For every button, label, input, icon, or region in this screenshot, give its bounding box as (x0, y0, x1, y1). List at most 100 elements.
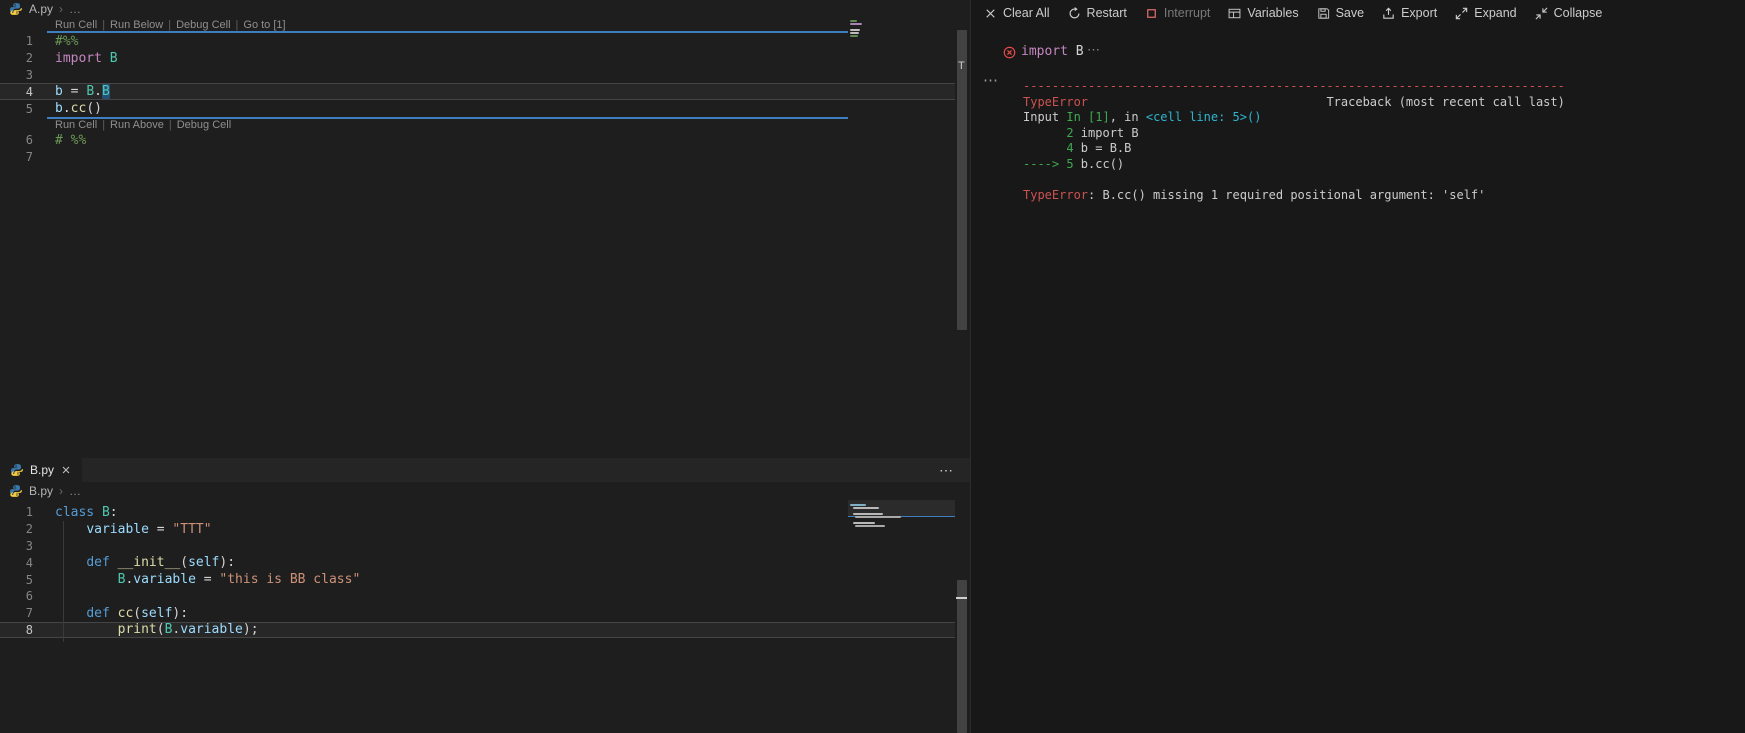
token: "TTT" (172, 521, 212, 537)
code-text[interactable]: # %% (55, 133, 86, 148)
token: In [1] (1066, 110, 1110, 124)
code-line-6[interactable]: 6 (0, 588, 955, 605)
code-text[interactable]: variable = "TTT" (55, 521, 212, 537)
line-number[interactable]: 6 (0, 589, 33, 603)
code-line-7[interactable]: 7 (0, 149, 955, 166)
minimap-mark (850, 35, 858, 37)
codelens-debug-cell[interactable]: Debug Cell (177, 119, 231, 131)
output-line: 4 b = B.B (1023, 141, 1565, 157)
code-text[interactable]: B.variable = "this is BB class" (55, 572, 361, 588)
codelens-run-cell[interactable]: Run Cell (55, 119, 97, 131)
line-number[interactable]: 2 (0, 51, 33, 65)
codelens-go-to-1-[interactable]: Go to [1] (243, 19, 285, 31)
scrollbar-thumb-a[interactable] (957, 30, 967, 330)
breadcrumb-symbol-a[interactable]: … (69, 2, 81, 16)
token: # %% (55, 132, 87, 148)
breadcrumb-file-b[interactable]: B.py (29, 484, 53, 498)
line-number[interactable]: 1 (0, 505, 33, 519)
line-number[interactable]: 2 (0, 522, 33, 536)
line-number[interactable]: 7 (0, 606, 33, 620)
codelens-run-cell[interactable]: Run Cell (55, 19, 97, 31)
output-line: TypeError: B.cc() missing 1 required pos… (1023, 188, 1565, 204)
expand-button[interactable]: Expand (1454, 6, 1517, 21)
breadcrumb-symbol-b[interactable]: … (69, 484, 81, 498)
toolbar-label: Variables (1247, 6, 1299, 20)
code-line-2[interactable]: 2 variable = "TTT" (0, 521, 955, 538)
editor-more-actions[interactable]: ⋯ (939, 462, 954, 479)
code-line-4[interactable]: 4 b = B.B (0, 83, 955, 101)
code-line-3[interactable]: 3 (0, 538, 955, 555)
minimap-a[interactable] (848, 18, 955, 78)
code-text[interactable]: def __init__(self): (55, 555, 235, 570)
code-line-5[interactable]: 5 B.variable = "this is BB class" (0, 571, 955, 588)
code-line-2[interactable]: 2 import B (0, 50, 955, 67)
breadcrumb-file-a[interactable]: A.py (29, 2, 53, 16)
export-button[interactable]: Export (1381, 6, 1437, 21)
codelens-separator: | (102, 119, 106, 132)
editor-pane-a: A.py › … Run Cell | Run Below | Debug Cell | G… (0, 0, 970, 458)
token: variable (180, 622, 243, 638)
code-text[interactable]: def cc(self): (55, 606, 188, 621)
collapse-button[interactable]: Collapse (1534, 6, 1602, 21)
code-b: 1 class B: 2 variable = "TTT" 3 4 def __init… (0, 504, 955, 639)
code-line-3[interactable]: 3 (0, 67, 955, 84)
restart-button[interactable]: Restart (1067, 6, 1127, 21)
minimap-mark (853, 513, 883, 515)
line-number[interactable]: 4 (0, 556, 33, 570)
code-line-6[interactable]: 6 # %% (0, 132, 955, 149)
codelens-run-below[interactable]: Run Below (110, 19, 163, 31)
interrupt-button[interactable]: Interrupt (1144, 6, 1210, 21)
scrollbar-b[interactable] (955, 500, 969, 733)
token: = (195, 572, 220, 588)
cell-more-icon[interactable]: ⋯ (1087, 42, 1100, 58)
line-number[interactable]: 5 (0, 573, 33, 587)
code-line-1[interactable]: 1 #%% (0, 33, 955, 50)
line-number[interactable]: 7 (0, 150, 33, 164)
vscode-window: A.py › … Run Cell | Run Below | Debug Cell | G… (0, 0, 1745, 733)
cell-toolbar-dots-icon[interactable]: ⋯ (983, 71, 998, 89)
tab-b-py[interactable]: B.py (0, 458, 83, 482)
token: b (55, 84, 63, 100)
line-number[interactable]: 3 (0, 539, 33, 553)
variables-button[interactable]: Variables (1227, 6, 1299, 21)
token: def (86, 605, 110, 621)
code-text[interactable]: import B (55, 51, 118, 66)
line-number[interactable]: 3 (0, 68, 33, 82)
code-line-5[interactable]: 5 b.cc() (0, 100, 955, 117)
code-line-4[interactable]: 4 def __init__(self): (0, 554, 955, 571)
scrollbar-thumb-b[interactable] (957, 580, 967, 733)
scrollbar-a[interactable]: T (955, 18, 969, 458)
interactive-toolbar: Clear All Restart Interrupt Variables Save Ex… (971, 0, 1745, 26)
clear-all-button[interactable]: Clear All (983, 6, 1050, 21)
tab-close-icon[interactable] (60, 464, 72, 476)
token: TypeError (1023, 187, 1089, 202)
token: B (86, 84, 95, 100)
line-number[interactable]: 4 (0, 85, 33, 99)
code-text[interactable]: #%% (55, 34, 78, 49)
save-button[interactable]: Save (1316, 6, 1365, 21)
codelens-run-above[interactable]: Run Above (110, 119, 164, 131)
line-number[interactable]: 5 (0, 102, 33, 116)
line-number[interactable]: 8 (0, 623, 33, 637)
token: ); (242, 622, 259, 638)
code-text[interactable]: b.cc() (55, 101, 102, 116)
toolbar-label: Save (1335, 6, 1365, 20)
code-line-8[interactable]: 8 print(B.variable); (0, 621, 955, 639)
code-text[interactable]: print(B.variable); (55, 622, 259, 637)
code-text[interactable]: class B: (55, 505, 118, 520)
chevron-right-icon: › (59, 484, 64, 498)
code-line-7[interactable]: 7 def cc(self): (0, 605, 955, 622)
minimap-b[interactable] (848, 500, 955, 560)
codelens-debug-cell[interactable]: Debug Cell (176, 19, 230, 31)
line-number[interactable]: 6 (0, 133, 33, 147)
output-line: ----------------------------------------… (1023, 79, 1565, 95)
token: B (1067, 44, 1084, 59)
line-number[interactable]: 1 (0, 34, 33, 48)
code-text[interactable]: b = B.B (55, 84, 110, 100)
cell-code[interactable]: import B (1021, 44, 1084, 59)
token: 4 (1023, 141, 1074, 155)
code-line-1[interactable]: 1 class B: (0, 504, 955, 521)
token: B (101, 84, 110, 100)
chevron-right-icon: › (59, 2, 64, 16)
